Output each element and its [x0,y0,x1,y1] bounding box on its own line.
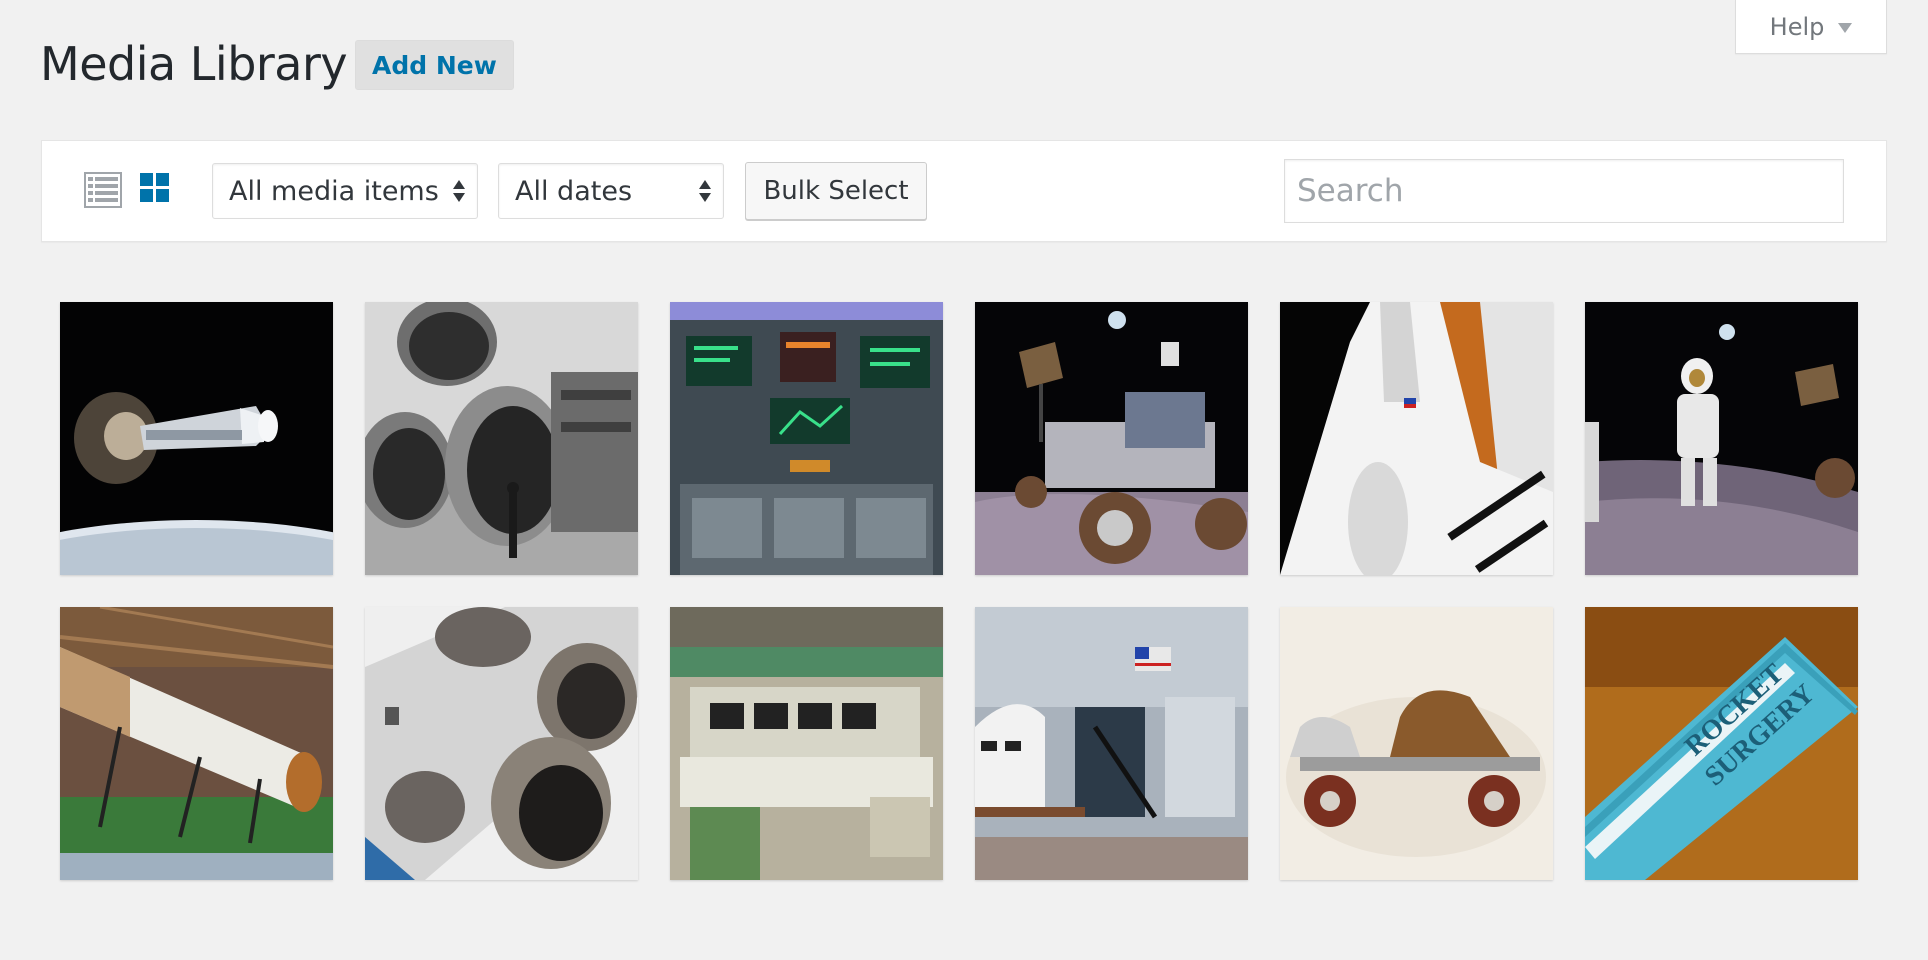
list-icon [84,172,122,208]
bulk-select-button[interactable]: Bulk Select [745,162,927,220]
add-new-button[interactable]: Add New [355,40,514,90]
rocket-nozzles-thumbnail [365,607,638,880]
mission-control-thumbnail [670,607,943,880]
grid-icon [140,173,169,202]
lunar-rover-thumbnail [975,302,1248,575]
media-item-saturn-engines[interactable] [365,302,638,575]
select-arrows-icon [699,180,711,202]
media-toolbar: All media items All dates Bulk Select [41,140,1887,242]
saturn-v-stage-thumbnail [60,607,333,880]
rocket-surgery-book-thumbnail: ROCKET SURGERY [1585,607,1858,880]
media-type-value: All media items [229,175,439,207]
media-item-mission-control[interactable] [670,607,943,880]
media-item-astronauts-moon[interactable] [1585,302,1858,575]
date-value: All dates [515,175,633,207]
page-title: Media Library [40,37,348,91]
media-item-cockpit-panel[interactable] [670,302,943,575]
help-tab[interactable]: Help [1735,0,1887,54]
media-item-rocket-nozzles[interactable] [365,607,638,880]
grid-view-button[interactable] [140,173,170,203]
date-select[interactable]: All dates [498,163,724,219]
astronauts-moon-thumbnail [1585,302,1858,575]
media-type-select[interactable]: All media items [212,163,478,219]
media-item-lunar-rover[interactable] [975,302,1248,575]
select-arrows-icon [453,180,465,202]
rocket-space-thumbnail [60,302,333,575]
saturn-engines-thumbnail [365,302,638,575]
space-center-hall-thumbnail [975,607,1248,880]
media-item-space-center-hall[interactable] [975,607,1248,880]
help-label: Help [1769,12,1825,41]
media-item-shuttle-endeavour[interactable] [1280,302,1553,575]
media-item-roller-skate[interactable] [1280,607,1553,880]
media-item-rocket-surgery-book[interactable]: ROCKET SURGERY [1585,607,1858,880]
roller-skate-thumbnail [1280,607,1553,880]
search-input[interactable] [1284,159,1844,223]
list-view-button[interactable] [84,171,122,209]
media-item-rocket-space[interactable] [60,302,333,575]
media-item-saturn-v-stage[interactable] [60,607,333,880]
shuttle-endeavour-thumbnail [1280,302,1553,575]
chevron-down-icon [1838,22,1853,33]
cockpit-panel-thumbnail [670,302,943,575]
